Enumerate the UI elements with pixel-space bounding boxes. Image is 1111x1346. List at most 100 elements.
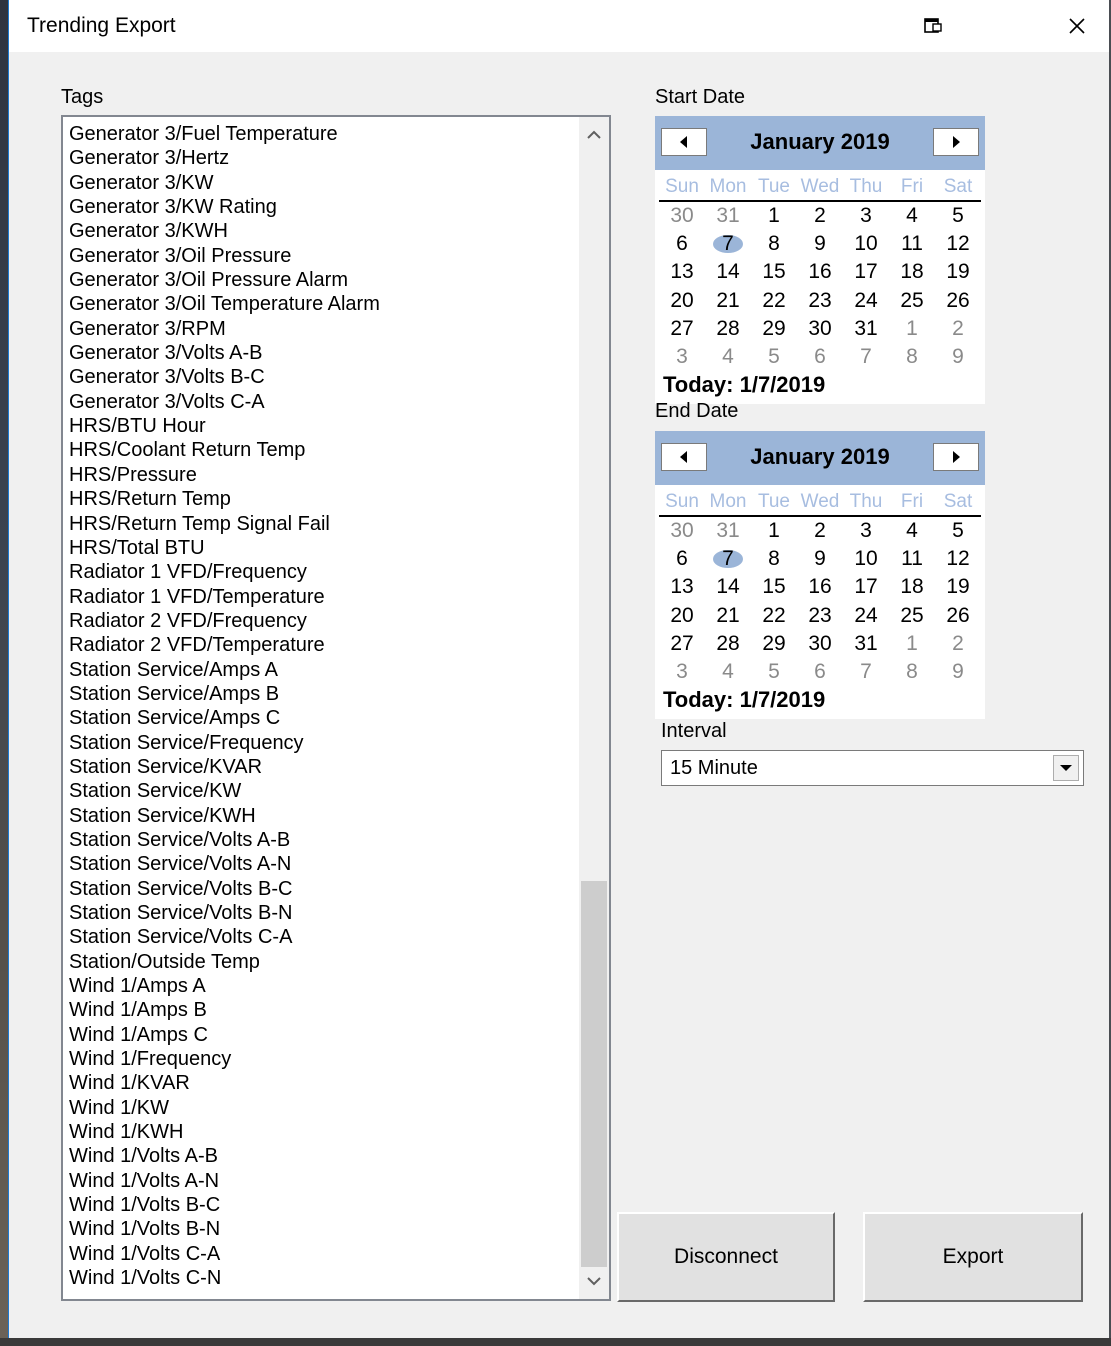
tag-list-item[interactable]: Wind 1/Amps B [67, 998, 577, 1022]
tag-list-item[interactable]: Generator 3/KW [67, 171, 577, 195]
calendar-day[interactable]: 31 [843, 315, 889, 343]
calendar-day[interactable]: 3 [843, 517, 889, 545]
interval-select[interactable]: 15 Minute [661, 750, 1084, 786]
calendar-day[interactable]: 20 [659, 602, 705, 630]
calendar-day[interactable]: 30 [659, 202, 705, 230]
scroll-thumb[interactable] [581, 881, 607, 1267]
tag-list-item[interactable]: HRS/Coolant Return Temp [67, 438, 577, 462]
calendar-day[interactable]: 16 [797, 258, 843, 286]
today-link[interactable]: Today: 1/7/2019 [663, 372, 825, 398]
tag-list-item[interactable]: Generator 3/Hertz [67, 146, 577, 170]
calendar-day[interactable]: 7 [705, 545, 751, 573]
calendar-day[interactable]: 14 [705, 258, 751, 286]
end-date-calendar[interactable]: January 2019 Sun Mon Tue Wed Thu Fri Sat 30 31 1… [655, 431, 985, 719]
calendar-day[interactable]: 4 [705, 658, 751, 686]
calendar-day[interactable]: 16 [797, 573, 843, 601]
calendar-day[interactable]: 27 [659, 315, 705, 343]
calendar-day[interactable]: 9 [935, 343, 981, 371]
tag-list-item[interactable]: Radiator 2 VFD/Temperature [67, 633, 577, 657]
calendar-day[interactable]: 11 [889, 545, 935, 573]
calendar-day[interactable]: 5 [935, 517, 981, 545]
scroll-up-button[interactable] [579, 119, 609, 151]
calendar-day[interactable]: 5 [935, 202, 981, 230]
calendar-day[interactable]: 29 [751, 315, 797, 343]
tag-list-item[interactable]: Wind 1/KVAR [67, 1071, 577, 1095]
calendar-month-title[interactable]: January 2019 [715, 129, 925, 155]
tag-list-item[interactable]: HRS/Pressure [67, 463, 577, 487]
tag-list-item[interactable]: Generator 3/Volts A-B [67, 341, 577, 365]
calendar-day[interactable]: 3 [843, 202, 889, 230]
calendar-day[interactable]: 3 [659, 343, 705, 371]
calendar-day[interactable]: 26 [935, 602, 981, 630]
calendar-day[interactable]: 18 [889, 573, 935, 601]
calendar-day[interactable]: 10 [843, 230, 889, 258]
tag-list-item[interactable]: Generator 3/KW Rating [67, 195, 577, 219]
close-button[interactable] [1055, 8, 1099, 44]
calendar-day[interactable]: 14 [705, 573, 751, 601]
calendar-day[interactable]: 17 [843, 573, 889, 601]
next-month-button[interactable] [933, 443, 979, 471]
calendar-day[interactable]: 6 [659, 545, 705, 573]
calendar-day[interactable]: 10 [843, 545, 889, 573]
tag-list-item[interactable]: Radiator 1 VFD/Temperature [67, 585, 577, 609]
calendar-day[interactable]: 25 [889, 287, 935, 315]
tag-list-item[interactable]: Station Service/Amps B [67, 682, 577, 706]
calendar-day[interactable]: 21 [705, 602, 751, 630]
calendar-day[interactable]: 12 [935, 545, 981, 573]
calendar-day[interactable]: 25 [889, 602, 935, 630]
tag-list-item[interactable]: Wind 1/Volts C-A [67, 1242, 577, 1266]
tag-list-item[interactable]: Generator 3/Fuel Temperature [67, 122, 577, 146]
calendar-day[interactable]: 22 [751, 287, 797, 315]
tag-list-item[interactable]: Radiator 1 VFD/Frequency [67, 560, 577, 584]
calendar-day[interactable]: 1 [751, 202, 797, 230]
tag-list-item[interactable]: Generator 3/Volts B-C [67, 365, 577, 389]
calendar-day[interactable]: 20 [659, 287, 705, 315]
calendar-day[interactable]: 5 [751, 343, 797, 371]
tag-list-item[interactable]: Station Service/Volts A-N [67, 852, 577, 876]
calendar-day[interactable]: 2 [797, 517, 843, 545]
tag-list-item[interactable]: Station/Outside Temp [67, 950, 577, 974]
tag-list-item[interactable]: Generator 3/Oil Temperature Alarm [67, 292, 577, 316]
tag-list-item[interactable]: HRS/Total BTU [67, 536, 577, 560]
tag-list-item[interactable]: Station Service/Amps A [67, 658, 577, 682]
calendar-day[interactable]: 6 [659, 230, 705, 258]
calendar-day[interactable]: 23 [797, 602, 843, 630]
calendar-day[interactable]: 4 [889, 202, 935, 230]
calendar-day[interactable]: 5 [751, 658, 797, 686]
calendar-day[interactable]: 31 [843, 630, 889, 658]
tag-list-item[interactable]: Wind 1/KWH [67, 1120, 577, 1144]
calendar-day[interactable]: 2 [935, 630, 981, 658]
calendar-day[interactable]: 8 [889, 658, 935, 686]
calendar-day[interactable]: 3 [659, 658, 705, 686]
tags-scrollbar[interactable] [579, 117, 609, 1299]
previous-month-button[interactable] [661, 443, 707, 471]
calendar-day[interactable]: 9 [797, 545, 843, 573]
calendar-day[interactable]: 2 [797, 202, 843, 230]
tag-list-item[interactable]: Station Service/Amps C [67, 706, 577, 730]
restore-button[interactable] [911, 8, 955, 44]
tag-list-item[interactable]: HRS/BTU Hour [67, 414, 577, 438]
calendar-day[interactable]: 8 [751, 230, 797, 258]
tag-list-item[interactable]: Wind 1/Volts B-C [67, 1193, 577, 1217]
calendar-day[interactable]: 28 [705, 315, 751, 343]
tag-list-item[interactable]: Wind 1/Volts A-N [67, 1169, 577, 1193]
scroll-down-button[interactable] [579, 1265, 609, 1297]
calendar-day[interactable]: 13 [659, 258, 705, 286]
tag-list-item[interactable]: Wind 1/Amps A [67, 974, 577, 998]
tag-list-item[interactable]: Wind 1/Amps C [67, 1023, 577, 1047]
calendar-day[interactable]: 30 [797, 630, 843, 658]
calendar-day[interactable]: 13 [659, 573, 705, 601]
calendar-day[interactable]: 1 [889, 315, 935, 343]
today-link[interactable]: Today: 1/7/2019 [663, 687, 825, 713]
calendar-day[interactable]: 9 [797, 230, 843, 258]
calendar-day[interactable]: 19 [935, 258, 981, 286]
tag-list-item[interactable]: Station Service/KWH [67, 804, 577, 828]
calendar-day[interactable]: 30 [797, 315, 843, 343]
calendar-day[interactable]: 27 [659, 630, 705, 658]
tag-list-item[interactable]: Wind 1/Volts C-N [67, 1266, 577, 1290]
calendar-day[interactable]: 19 [935, 573, 981, 601]
calendar-day[interactable]: 1 [751, 517, 797, 545]
calendar-day[interactable]: 8 [751, 545, 797, 573]
calendar-day[interactable]: 15 [751, 573, 797, 601]
calendar-day[interactable]: 30 [659, 517, 705, 545]
